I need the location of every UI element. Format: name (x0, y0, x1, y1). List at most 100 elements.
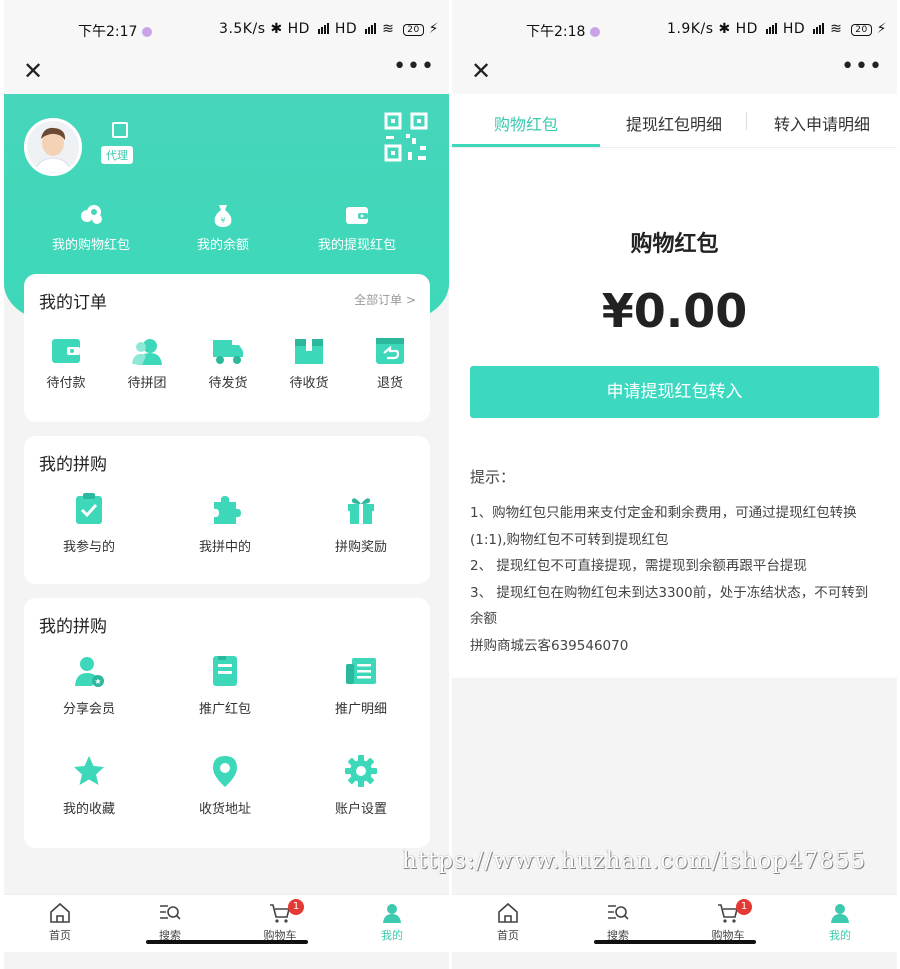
status-network: 1.9K/s ✱ HD HD ≋ 20 ⚡ (667, 21, 887, 37)
shipping-address[interactable]: 收货地址 (170, 754, 280, 817)
tab-cart[interactable]: 购物车 1 (688, 899, 768, 943)
svg-text:¥: ¥ (220, 216, 225, 225)
truck-icon (213, 340, 243, 364)
battery-icon: 20 (851, 24, 872, 36)
order-pending-ship[interactable]: 待发货 (193, 336, 263, 391)
tab-shopping-red-packet[interactable]: 购物红包 (452, 111, 600, 135)
tab-divider (746, 112, 747, 130)
red-packet-screen: 下午2:18 1.9K/s ✱ HD HD ≋ 20 ⚡ ✕ ••• 购物红包 … (452, 0, 897, 969)
user-icon (383, 904, 401, 923)
group-buy-title: 我的拼购 (39, 455, 107, 475)
chevron-right-icon: > (405, 293, 416, 307)
money-bag-icon: ¥ (214, 205, 232, 227)
home-icon (498, 902, 518, 923)
user-icon (831, 904, 849, 923)
home-indicator (146, 940, 308, 944)
tab-mine[interactable]: 我的 (352, 901, 432, 943)
watermark: https://www.huzhan.com/ishop47855 (402, 848, 867, 874)
status-bar: 下午2:18 1.9K/s ✱ HD HD ≋ 20 ⚡ (452, 0, 897, 48)
order-pending-payment[interactable]: 待付款 (31, 336, 101, 391)
tip-item: 1、购物红包只能用来支付定金和剩余费用，可通过提现红包转换(1:1),购物红包不… (470, 505, 857, 548)
role-badge: 代理 (101, 146, 133, 164)
home-icon (50, 902, 70, 923)
tab-cart[interactable]: 购物车 1 (240, 899, 320, 943)
box-icon (295, 339, 323, 364)
tips-title: 提示： (470, 468, 516, 486)
status-network: 3.5K/s ✱ HD HD ≋ 20 ⚡ (219, 21, 439, 37)
group-buy-rewards[interactable]: 拼购奖励 (306, 492, 416, 555)
balance-amount: ¥0.00 (601, 284, 748, 338)
gear-icon (345, 755, 377, 787)
wallet-icon (346, 207, 368, 224)
svg-text:★: ★ (94, 677, 101, 686)
promo-card: 我的拼购 ★ 分享会员 推广红包 推广明细 我的收藏 收货地址 账户设置 (24, 598, 430, 848)
order-pending-group[interactable]: 待拼团 (112, 336, 182, 391)
home-indicator (594, 940, 756, 944)
close-icon[interactable]: ✕ (18, 56, 48, 86)
nav-bar: ✕ ••• (4, 48, 449, 94)
tab-search[interactable]: 搜索 (130, 901, 210, 943)
group-buy-joined[interactable]: 我参与的 (34, 492, 144, 555)
list-doc-icon (346, 658, 376, 684)
puzzle-icon (214, 496, 241, 524)
edit-icon[interactable] (112, 122, 128, 138)
more-icon[interactable]: ••• (841, 54, 883, 79)
tip-item: 拼购商城云客639546070 (470, 637, 629, 654)
account-settings[interactable]: 账户设置 (306, 754, 416, 817)
tab-transfer-details[interactable]: 转入申请明细 (748, 111, 896, 135)
clipboard-check-icon (76, 493, 102, 524)
tips-list: 1、购物红包只能用来支付定金和剩余费用，可通过提现红包转换(1:1),购物红包不… (470, 500, 880, 659)
close-icon[interactable]: ✕ (466, 56, 496, 86)
more-icon[interactable]: ••• (393, 54, 435, 79)
promo-red-packet[interactable]: 推广红包 (170, 654, 280, 717)
profile-screen: 下午2:17 3.5K/s ✱ HD HD ≋ 20 ⚡ ✕ ••• 代理 我的… (4, 0, 449, 969)
group-icon (132, 339, 162, 365)
withdraw-red-packet-link[interactable]: 我的提现红包 (292, 202, 422, 253)
cloud-coins-icon (81, 205, 102, 224)
group-buy-won[interactable]: 我拼中的 (170, 492, 280, 555)
tab-mine[interactable]: 我的 (800, 901, 880, 943)
promo-title: 我的拼购 (39, 617, 107, 637)
star-icon (74, 756, 104, 785)
nav-bar: ✕ ••• (452, 48, 897, 94)
tip-item: 3、 提现红包在购物红包未到达3300前，处于冻结状态，不可转到余额 (470, 584, 869, 628)
shopping-red-packet-link[interactable]: 我的购物红包 (26, 202, 156, 253)
tab-home[interactable]: 首页 (468, 901, 548, 943)
active-tab-indicator (452, 144, 600, 147)
my-favorites[interactable]: 我的收藏 (34, 754, 144, 817)
search-icon (160, 905, 181, 920)
cart-badge: 1 (736, 899, 752, 915)
notification-dot-icon (142, 27, 153, 37)
orders-card: 我的订单 全部订单 > 待付款 待拼团 待发货 待收货 退货 (24, 274, 430, 422)
order-return[interactable]: 退货 (355, 336, 425, 391)
tab-bar: 首页 搜索 购物车 1 我的 (452, 894, 897, 952)
search-icon (608, 905, 629, 920)
tab-strip: 购物红包 提现红包明细 转入申请明细 (452, 94, 897, 148)
balance-link[interactable]: ¥ 我的余额 (158, 202, 288, 253)
tab-bar: 首页 搜索 购物车 1 我的 (4, 894, 449, 952)
apply-transfer-button[interactable]: 申请提现红包转入 (470, 366, 879, 418)
tab-withdraw-details[interactable]: 提现红包明细 (600, 111, 748, 135)
gift-icon (348, 498, 374, 524)
promo-details[interactable]: 推广明细 (306, 654, 416, 717)
cart-badge: 1 (288, 899, 304, 915)
notification-dot-icon (590, 27, 601, 37)
battery-icon: 20 (403, 24, 424, 36)
qr-code-icon[interactable] (384, 112, 428, 164)
tab-home[interactable]: 首页 (20, 901, 100, 943)
location-pin-icon (213, 756, 237, 787)
order-pending-receive[interactable]: 待收货 (274, 336, 344, 391)
group-buy-card: 我的拼购 我参与的 我拼中的 拼购奖励 (24, 436, 430, 584)
share-member[interactable]: ★ 分享会员 (34, 654, 144, 717)
tab-search[interactable]: 搜索 (578, 901, 658, 943)
status-time: 下午2:18 (526, 21, 601, 41)
return-icon (376, 338, 404, 364)
wallet-icon (52, 339, 80, 363)
all-orders-link[interactable]: 全部订单 > (354, 291, 416, 308)
page-title: 购物红包 (630, 232, 719, 257)
orders-title: 我的订单 (39, 293, 107, 313)
status-bar: 下午2:17 3.5K/s ✱ HD HD ≋ 20 ⚡ (4, 0, 449, 48)
tip-item: 2、 提现红包不可直接提现，需提现到余额再跟平台提现 (470, 558, 807, 574)
avatar[interactable] (24, 118, 82, 176)
user-star-icon: ★ (75, 657, 104, 687)
